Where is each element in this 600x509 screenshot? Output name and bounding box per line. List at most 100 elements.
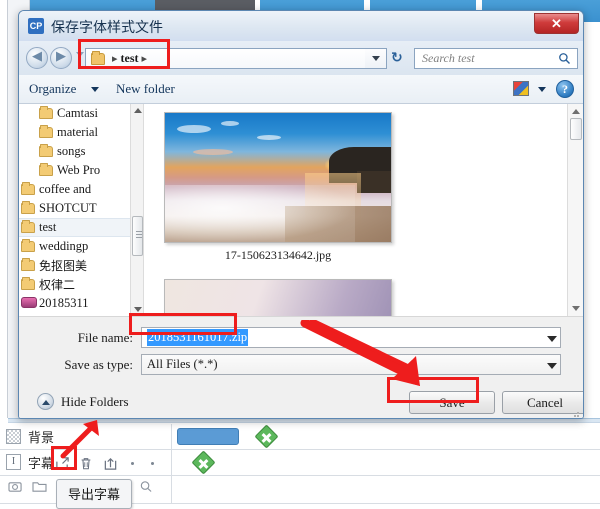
folder-tree-item-label: coffee and: [39, 182, 92, 196]
new-folder-button[interactable]: New folder: [116, 81, 175, 97]
folder-tree-item-label: Camtasi: [57, 106, 98, 120]
dialog-body: Camtasi material songs Web Pro coffee and SHO…: [19, 104, 583, 316]
folder-tree-item[interactable]: Web Pro: [19, 161, 143, 180]
folder-icon: [21, 277, 35, 290]
folder-icon: [39, 125, 53, 138]
folder-icon: [39, 144, 53, 157]
scroll-down-icon[interactable]: [134, 307, 142, 312]
close-button[interactable]: ✕: [534, 13, 579, 34]
scroll-up-icon[interactable]: [572, 109, 580, 114]
chevron-down-icon[interactable]: [547, 363, 557, 369]
folder-icon: [21, 182, 35, 195]
track-header-background: 背景: [0, 424, 172, 449]
save-as-type-select[interactable]: All Files (*.*): [141, 354, 561, 375]
folder-tree-item-label: test: [39, 220, 57, 234]
folder-tree-item-label: 免抠图美: [39, 259, 88, 273]
text-track-icon: I: [6, 454, 21, 470]
keyframe-marker[interactable]: [191, 450, 216, 475]
import-subtitle-icon[interactable]: [100, 453, 120, 473]
folder-tree-item-label: 20185311: [39, 296, 89, 310]
folder-icon: [21, 220, 35, 233]
hide-folders-button[interactable]: Hide Folders: [37, 393, 129, 410]
track-label-background: 背景: [28, 431, 55, 446]
file-name-label: File name:: [77, 330, 133, 345]
subtitle-dot-2[interactable]: [144, 453, 160, 473]
folder-tree-item[interactable]: weddingp: [19, 237, 143, 256]
export-subtitle-tooltip: 导出字幕: [56, 479, 133, 509]
folder-tree-item[interactable]: 权律二: [19, 275, 143, 294]
scroll-down-icon[interactable]: [572, 306, 580, 311]
back-arrow-icon: ◀: [32, 48, 42, 63]
annotation-box-filename: [129, 313, 237, 335]
folder-tree-item-label: 权律二: [39, 278, 76, 292]
forward-arrow-icon: ▶: [56, 48, 66, 63]
help-button[interactable]: ?: [556, 80, 574, 98]
folder-tree: Camtasi material songs Web Pro coffee and SHO…: [19, 104, 143, 313]
annotation-box-breadcrumb: [78, 39, 170, 69]
delete-subtitle-icon[interactable]: [76, 453, 96, 473]
folder-icon: [39, 106, 53, 119]
folder-tree-item[interactable]: material: [19, 123, 143, 142]
organize-button[interactable]: Organize: [29, 81, 76, 97]
folder-tree-item-label: songs: [57, 144, 86, 158]
file-name-label: 17-150623134642.jpg: [224, 248, 332, 262]
folder-icon: [39, 163, 53, 176]
file-thumbnail[interactable]: [164, 112, 392, 243]
app-icon: CP: [28, 18, 44, 34]
keyframe-marker[interactable]: [254, 424, 279, 449]
cliff-shape: [357, 171, 391, 193]
folder-tree-item[interactable]: 20185311: [19, 294, 143, 313]
folder-tree-item-label: Web Pro: [57, 163, 101, 177]
track-lane-subtitle[interactable]: [173, 450, 600, 475]
cloud-shape: [193, 149, 233, 155]
disc-icon: [21, 297, 37, 308]
clip-bar[interactable]: [177, 428, 239, 445]
file-list-pane[interactable]: 17-150623134642.jpg: [143, 104, 583, 316]
camera-icon[interactable]: [8, 480, 23, 498]
dialog-titlebar[interactable]: CP 保存字体样式文件 ✕: [19, 11, 583, 41]
folder-tree-item[interactable]: SHOTCUT: [19, 199, 143, 218]
folder-icon: [21, 258, 35, 271]
hide-folders-label: Hide Folders: [61, 393, 129, 409]
chevron-down-icon: [371, 56, 380, 61]
scrollbar-thumb[interactable]: [570, 118, 582, 140]
timeline-track-subtitle[interactable]: I 字幕: [0, 450, 600, 476]
cloud-shape: [177, 125, 211, 133]
folder-tree-item[interactable]: Camtasi: [19, 104, 143, 123]
file-item[interactable]: 17-150623134642.jpg: [164, 112, 392, 263]
command-bar: Organize New folder ?: [19, 75, 583, 104]
search-box[interactable]: Search test: [414, 48, 578, 69]
resize-grip[interactable]: [570, 408, 580, 418]
folder-tree-item[interactable]: test: [19, 218, 143, 237]
chevron-down-icon[interactable]: [91, 87, 99, 92]
search-placeholder: Search test: [422, 51, 475, 65]
folder-tree-item[interactable]: songs: [19, 142, 143, 161]
folder-tree-item[interactable]: 免抠图美: [19, 256, 143, 275]
navpane-scrollbar[interactable]: [130, 104, 143, 316]
cloud-shape: [221, 121, 239, 126]
search-icon[interactable]: [139, 480, 153, 498]
folder-tree-item-label: weddingp: [39, 239, 89, 253]
timeline-track-background[interactable]: 背景: [0, 424, 600, 450]
track-header-subtitle: I 字幕: [0, 450, 172, 475]
save-as-type-label: Save as type:: [64, 357, 133, 372]
cloud-shape: [257, 135, 281, 140]
chevron-up-icon: [37, 393, 54, 410]
file-thumbnail-partial[interactable]: [164, 279, 392, 316]
chevron-down-icon[interactable]: [547, 336, 557, 342]
track-lane-background[interactable]: [173, 424, 600, 449]
file-list-scrollbar[interactable]: [567, 104, 583, 316]
refresh-button[interactable]: ↻: [391, 50, 403, 66]
scrollbar-thumb[interactable]: [132, 216, 143, 256]
chevron-down-icon[interactable]: [538, 87, 546, 92]
address-dropdown-button[interactable]: [365, 48, 387, 69]
scroll-up-icon[interactable]: [134, 108, 142, 113]
folder-icon[interactable]: [32, 480, 47, 498]
annotation-box-export-icon: [51, 446, 77, 470]
folder-tree-item-label: SHOTCUT: [39, 201, 97, 215]
navigation-pane: Camtasi material songs Web Pro coffee and SHO…: [19, 104, 143, 316]
folder-tree-item[interactable]: coffee and: [19, 180, 143, 199]
save-as-type-value: All Files (*.*): [147, 357, 218, 371]
subtitle-dot-1[interactable]: [124, 453, 140, 473]
change-view-icon[interactable]: [513, 81, 529, 96]
